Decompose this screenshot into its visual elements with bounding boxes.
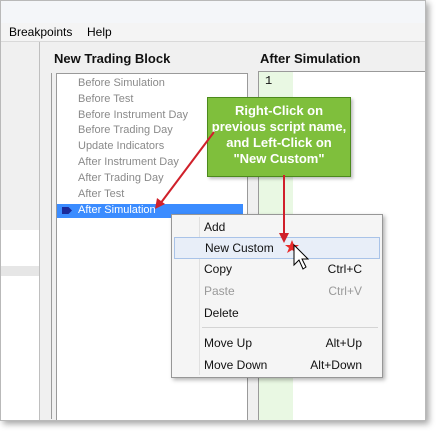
menu-item-shortcut: Ctrl+V xyxy=(328,284,362,298)
menu-help[interactable]: Help xyxy=(87,25,112,39)
menu-item-label: Copy xyxy=(204,262,233,276)
left-panel-selected-row xyxy=(1,266,39,276)
left-side-panel xyxy=(1,42,40,420)
menu-item-delete[interactable]: Delete xyxy=(172,303,382,323)
script-after-test[interactable]: After Test xyxy=(78,188,124,200)
callout-line-1: Right-Click on xyxy=(234,103,324,118)
menu-bar: Breakpoints Help xyxy=(1,23,425,42)
menu-item-label: Paste xyxy=(204,284,235,298)
menu-breakpoints[interactable]: Breakpoints xyxy=(9,25,72,39)
script-after-instrument-day[interactable]: After Instrument Day xyxy=(78,156,179,168)
selected-row-arrow-icon xyxy=(62,207,72,214)
script-before-instrument-day[interactable]: Before Instrument Day xyxy=(78,109,188,121)
callout-line-2: previous script name, xyxy=(211,119,347,134)
menu-item-copy[interactable]: Copy Ctrl+C xyxy=(172,259,382,279)
instruction-callout: Right-Click on previous script name, and… xyxy=(207,97,351,177)
screenshot-frame: Breakpoints Help New Trading Block After… xyxy=(0,0,426,421)
script-before-trading-day[interactable]: Before Trading Day xyxy=(78,124,173,136)
script-update-indicators[interactable]: Update Indicators xyxy=(78,140,164,152)
menu-item-label: New Custom xyxy=(205,241,274,255)
menu-item-label: Delete xyxy=(204,306,239,320)
menu-item-label: Move Up xyxy=(204,336,253,350)
new-trading-block-title: New Trading Block xyxy=(54,51,171,66)
menu-item-add[interactable]: Add xyxy=(172,217,382,237)
menu-item-label: Add xyxy=(204,220,226,234)
editor-line-number: 1 xyxy=(265,74,273,88)
window-top-strip xyxy=(1,1,425,23)
script-after-trading-day[interactable]: After Trading Day xyxy=(78,172,164,184)
callout-line-4: "New Custom" xyxy=(233,151,325,166)
menu-item-move-down[interactable]: Move Down Alt+Down xyxy=(172,355,382,375)
callout-line-3: and Left-Click on xyxy=(226,135,332,150)
selected-script-label: After Simulation xyxy=(78,204,156,216)
menu-item-shortcut: Alt+Down xyxy=(310,358,362,372)
menu-item-new-custom[interactable]: New Custom xyxy=(174,237,380,259)
script-before-test[interactable]: Before Test xyxy=(78,93,133,105)
menu-item-move-up[interactable]: Move Up Alt+Up xyxy=(172,333,382,353)
context-menu: Add New Custom Copy Ctrl+C Paste Ctrl+V … xyxy=(171,214,383,378)
menu-item-shortcut: Alt+Up xyxy=(325,336,362,350)
menu-separator xyxy=(202,327,378,328)
list-frame-left-edge xyxy=(41,73,52,419)
left-panel-white-area xyxy=(1,230,39,420)
menu-item-label: Move Down xyxy=(204,358,268,372)
script-before-simulation[interactable]: Before Simulation xyxy=(78,77,165,89)
menu-item-paste[interactable]: Paste Ctrl+V xyxy=(172,281,382,301)
menu-item-shortcut: Ctrl+C xyxy=(327,262,362,276)
after-simulation-title: After Simulation xyxy=(260,51,361,66)
